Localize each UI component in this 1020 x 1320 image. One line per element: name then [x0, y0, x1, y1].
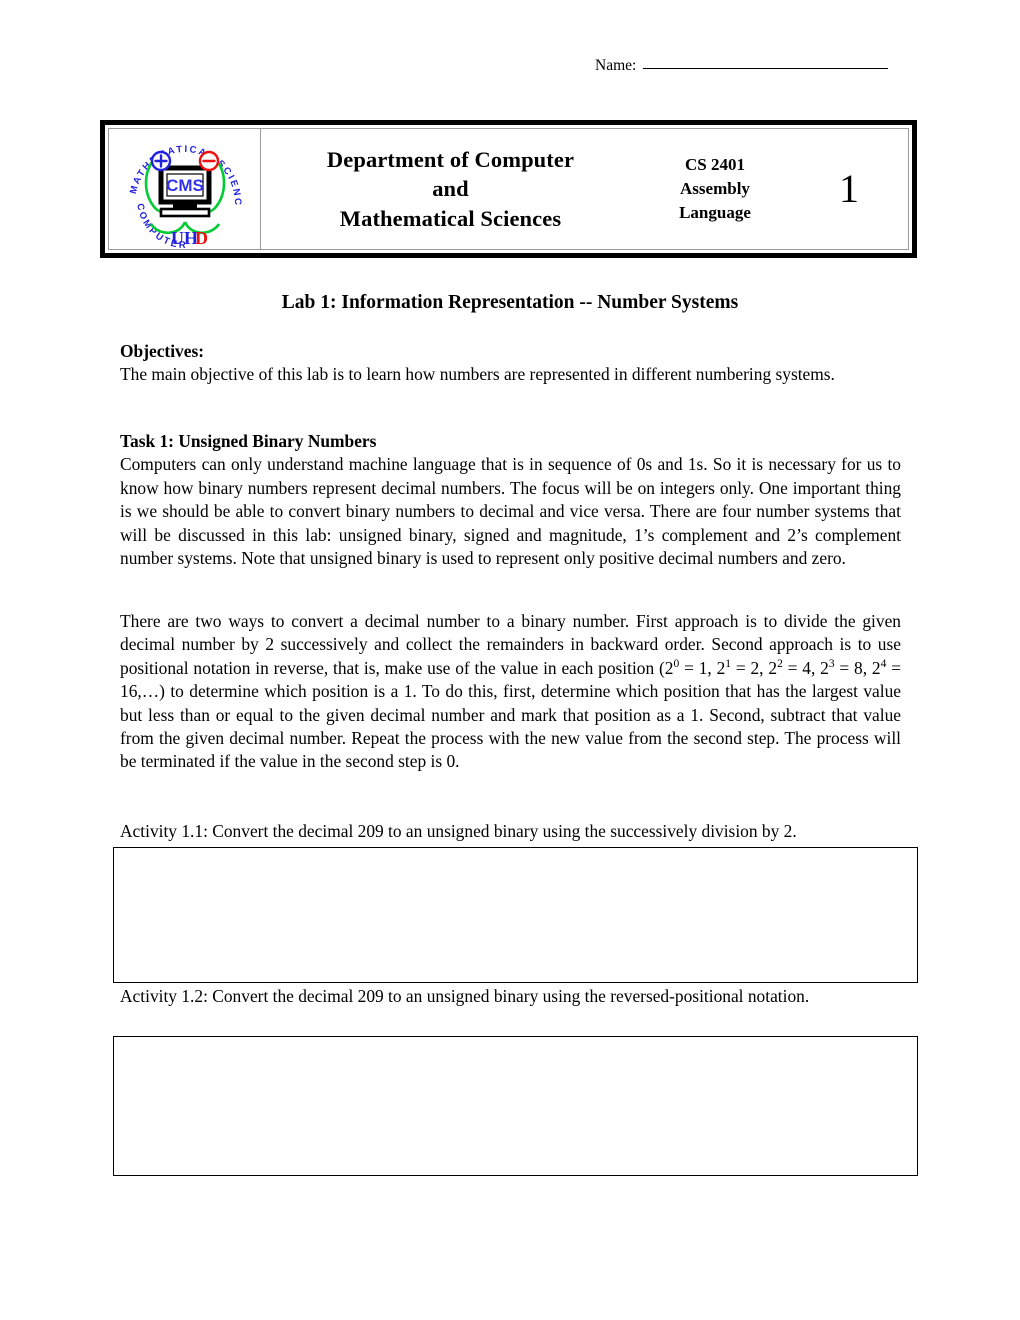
- activity-1-1-label: Activity 1.1: Convert the decimal 209 to…: [120, 821, 797, 841]
- header-banner-inner: MATHEMATICAL SCIENCES COMPUTER: [108, 128, 909, 250]
- logo-d-text: D: [195, 228, 208, 248]
- course-line-2: Assembly: [680, 178, 750, 198]
- conversion-methods-section: There are two ways to convert a decimal …: [120, 610, 901, 774]
- name-field: Name:: [595, 57, 889, 75]
- conversion-part-2: to determine which position is a 1. To d…: [120, 681, 901, 772]
- lab-number-cell: 1: [790, 129, 908, 249]
- activity-1-1-answer-box[interactable]: [113, 847, 918, 983]
- power-eq-1: = 2, 2: [731, 657, 778, 678]
- power-eq-2: = 4, 2: [782, 657, 829, 678]
- course-line-1: CS 2401: [685, 154, 745, 174]
- course-title: CS 2401 Assembly Language: [679, 153, 751, 225]
- activity-1-2-answer-box[interactable]: [113, 1036, 918, 1176]
- logo-cell: MATHEMATICAL SCIENCES COMPUTER: [109, 128, 261, 250]
- cms-uhd-logo-icon: MATHEMATICAL SCIENCES COMPUTER: [121, 128, 241, 250]
- task1-body: Computers can only understand machine la…: [120, 454, 901, 569]
- header-banner: MATHEMATICAL SCIENCES COMPUTER: [100, 120, 917, 258]
- page-title: Lab 1: Information Representation -- Num…: [281, 292, 739, 313]
- logo-cms-text: CMS: [166, 176, 204, 195]
- department-line-2: and: [432, 176, 469, 202]
- name-label: Name:: [595, 57, 637, 74]
- name-write-in-rule[interactable]: [643, 67, 889, 69]
- lab-number: 1: [839, 166, 859, 211]
- power-eq-3: = 8, 2: [834, 657, 881, 678]
- department-cell: Department of Computer and Mathematical …: [261, 129, 640, 249]
- task1-heading: Task 1: Unsigned Binary Numbers: [120, 431, 377, 451]
- task1-section: Task 1: Unsigned Binary Numbers Computer…: [120, 430, 901, 570]
- activity-1-2-label: Activity 1.2: Convert the decimal 209 to…: [120, 986, 810, 1006]
- document-page: Name: MATHEMATICAL SCIENCES COMPUTER: [0, 0, 1020, 1320]
- department-title: Department of Computer and Mathematical …: [327, 145, 574, 233]
- course-line-3: Language: [679, 203, 751, 223]
- objectives-section: Objectives: The main objective of this l…: [120, 340, 901, 387]
- department-line-3: Mathematical Sciences: [339, 205, 562, 231]
- logo-uh-text: UH: [171, 228, 198, 248]
- objectives-body: The main objective of this lab is to lea…: [120, 364, 835, 385]
- course-cell: CS 2401 Assembly Language: [640, 129, 790, 249]
- department-line-1: Department of Computer: [326, 147, 575, 173]
- power-eq-0: = 1, 2: [679, 657, 726, 678]
- objectives-heading: Objectives:: [120, 341, 205, 361]
